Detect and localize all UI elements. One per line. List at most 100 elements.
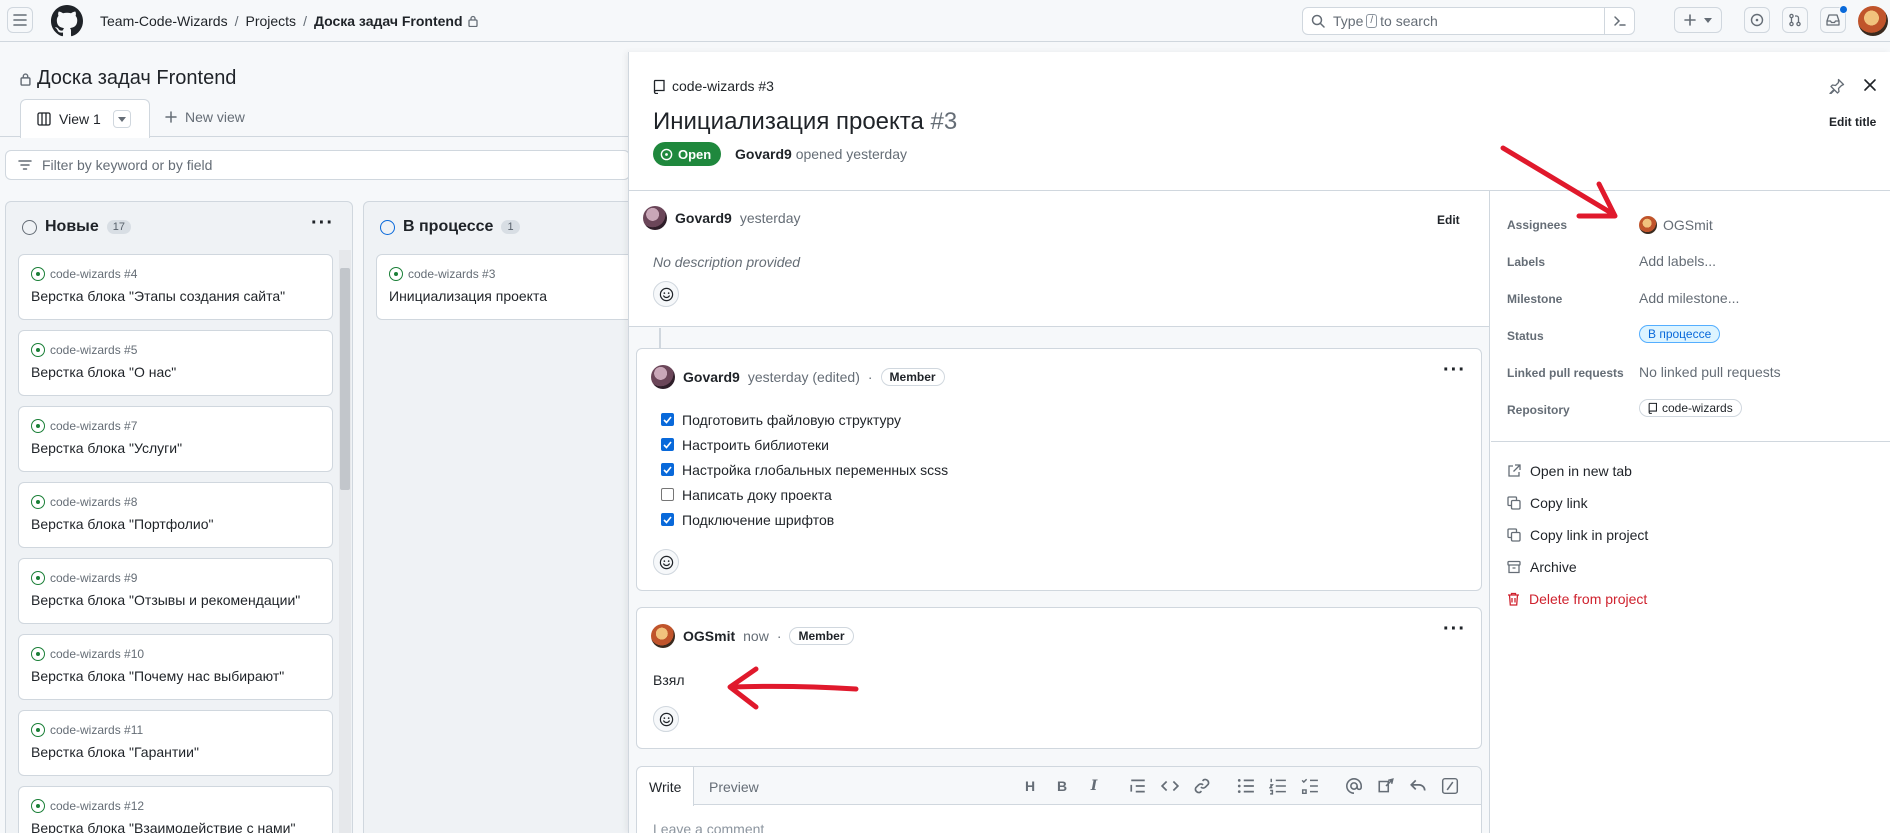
avatar[interactable]	[651, 365, 675, 389]
issue-side-panel: code-wizards #3 Инициализация проекта #3…	[628, 52, 1890, 833]
linked-prs-value[interactable]: No linked pull requests	[1639, 364, 1781, 380]
pin-icon[interactable]	[1829, 78, 1845, 94]
milestone-value[interactable]: Add milestone...	[1639, 290, 1739, 306]
menu-button[interactable]	[7, 7, 33, 33]
task-checkbox[interactable]	[661, 513, 674, 526]
new-view-label: New view	[185, 109, 245, 125]
card-title[interactable]: Верстка блока "Этапы создания сайта"	[31, 288, 320, 304]
create-new-button[interactable]	[1674, 7, 1722, 33]
user-avatar[interactable]	[1858, 6, 1888, 36]
edit-description-button[interactable]: Edit	[1437, 213, 1460, 227]
comment-author[interactable]: Govard9	[683, 369, 740, 385]
reply-icon[interactable]	[1409, 777, 1427, 795]
view-options-button[interactable]	[112, 110, 131, 128]
heading-icon[interactable]: H	[1021, 777, 1039, 795]
comment-menu-button[interactable]: ···	[1443, 618, 1466, 641]
card[interactable]: code-wizards #4 Верстка блока "Этапы соз…	[18, 254, 333, 320]
comment-textarea[interactable]: Leave a comment	[653, 821, 764, 833]
pull-requests-button[interactable]	[1782, 7, 1808, 33]
search-input[interactable]: Type / to search	[1302, 7, 1635, 35]
task-checkbox[interactable]	[661, 413, 674, 426]
column-menu-button[interactable]: ···	[311, 212, 334, 235]
add-reaction-button[interactable]	[653, 706, 679, 732]
add-reaction-button[interactable]	[653, 549, 679, 575]
card[interactable]: code-wizards #7 Верстка блока "Услуги"	[18, 406, 333, 472]
unordered-list-icon[interactable]	[1237, 777, 1255, 795]
close-icon[interactable]	[1863, 78, 1877, 92]
card[interactable]: code-wizards #10 Верстка блока "Почему н…	[18, 634, 333, 700]
issue-open-icon	[31, 799, 45, 813]
card-title[interactable]: Верстка блока "О нас"	[31, 364, 320, 380]
issue-author[interactable]: Govard9	[735, 146, 792, 162]
new-view-button[interactable]: New view	[165, 109, 245, 125]
tab-view-1[interactable]: View 1	[20, 99, 150, 138]
comment-author[interactable]: Govard9	[675, 210, 732, 226]
card[interactable]: code-wizards #11 Верстка блока "Гарантии…	[18, 710, 333, 776]
issue-timeline: Govard9 yesterday Edit No description pr…	[629, 191, 1490, 833]
avatar[interactable]	[651, 624, 675, 648]
comment-time[interactable]: now	[743, 628, 769, 644]
card-title[interactable]: Верстка блока "Почему нас выбирают"	[31, 668, 320, 684]
task-checkbox[interactable]	[661, 438, 674, 451]
comment-menu-button[interactable]: ···	[1443, 359, 1466, 382]
task-checkbox[interactable]	[661, 463, 674, 476]
tab-write[interactable]: Write	[637, 767, 695, 806]
card[interactable]: code-wizards #8 Верстка блока "Портфолио…	[18, 482, 333, 548]
card-title[interactable]: Верстка блока "Портфолио"	[31, 516, 320, 532]
comment-time[interactable]: yesterday	[740, 210, 801, 226]
italic-icon[interactable]: I	[1085, 777, 1103, 795]
card-title[interactable]: Верстка блока "Гарантии"	[31, 744, 320, 760]
column-scrollbar[interactable]	[339, 250, 351, 833]
cross-reference-icon[interactable]	[1377, 777, 1395, 795]
card-title[interactable]: Верстка блока "Отзывы и рекомендации"	[31, 592, 320, 608]
issues-button[interactable]	[1744, 7, 1770, 33]
copy-icon	[1507, 496, 1521, 510]
breadcrumb-separator: /	[234, 13, 239, 29]
copy-link-button[interactable]: Copy link	[1507, 495, 1588, 511]
comment-author[interactable]: OGSmit	[683, 628, 735, 644]
add-reaction-button[interactable]	[653, 281, 679, 307]
code-icon[interactable]	[1161, 777, 1179, 795]
panel-repo-link[interactable]: code-wizards #3	[653, 78, 774, 94]
column-header: В процессе 1	[380, 218, 520, 236]
quote-icon[interactable]	[1129, 777, 1147, 795]
archive-button[interactable]: Archive	[1507, 559, 1577, 575]
breadcrumb-project[interactable]: Доска задач Frontend	[314, 13, 463, 29]
repository-value[interactable]: code-wizards	[1639, 399, 1742, 417]
copy-icon	[1507, 528, 1521, 542]
edit-title-button[interactable]: Edit title	[1829, 115, 1876, 129]
slash-commands-icon[interactable]	[1441, 777, 1459, 795]
avatar[interactable]	[643, 206, 667, 230]
assignee-value[interactable]: OGSmit	[1639, 216, 1713, 234]
breadcrumb-org[interactable]: Team-Code-Wizards	[100, 13, 228, 29]
scrollbar-thumb[interactable]	[340, 268, 350, 490]
labels-value[interactable]: Add labels...	[1639, 253, 1716, 269]
card-ref: code-wizards #9	[50, 571, 138, 585]
task-list-icon[interactable]	[1301, 777, 1319, 795]
comment-time[interactable]: yesterday (edited)	[748, 369, 860, 385]
filter-input[interactable]: Filter by keyword or by field	[5, 150, 630, 180]
copy-link-in-project-button[interactable]: Copy link in project	[1507, 527, 1648, 543]
breadcrumb-projects[interactable]: Projects	[245, 13, 296, 29]
task-checkbox[interactable]	[661, 488, 674, 501]
card[interactable]: code-wizards #3 Инициализация проекта	[376, 254, 666, 320]
status-value[interactable]: В процессе	[1639, 325, 1721, 343]
field-label: Labels	[1507, 255, 1546, 269]
open-in-new-tab-button[interactable]: Open in new tab	[1507, 463, 1632, 479]
card[interactable]: code-wizards #5 Верстка блока "О нас"	[18, 330, 333, 396]
github-logo-icon[interactable]	[51, 5, 83, 37]
card-title[interactable]: Инициализация проекта	[389, 288, 653, 304]
bold-icon[interactable]: B	[1053, 777, 1071, 795]
archive-icon	[1507, 560, 1521, 574]
inbox-button[interactable]	[1820, 5, 1848, 33]
mention-icon[interactable]	[1345, 777, 1363, 795]
tab-preview[interactable]: Preview	[697, 767, 771, 806]
card-title[interactable]: Верстка блока "Услуги"	[31, 440, 320, 456]
card[interactable]: code-wizards #9 Верстка блока "Отзывы и …	[18, 558, 333, 624]
ordered-list-icon[interactable]	[1269, 777, 1287, 795]
card[interactable]: code-wizards #12 Верстка блока "Взаимоде…	[18, 786, 333, 833]
delete-from-project-button[interactable]: Delete from project	[1507, 591, 1647, 607]
card-title[interactable]: Верстка блока "Взаимодействие с нами"	[31, 820, 320, 833]
command-palette-button[interactable]	[1604, 8, 1634, 34]
link-icon[interactable]	[1193, 777, 1211, 795]
